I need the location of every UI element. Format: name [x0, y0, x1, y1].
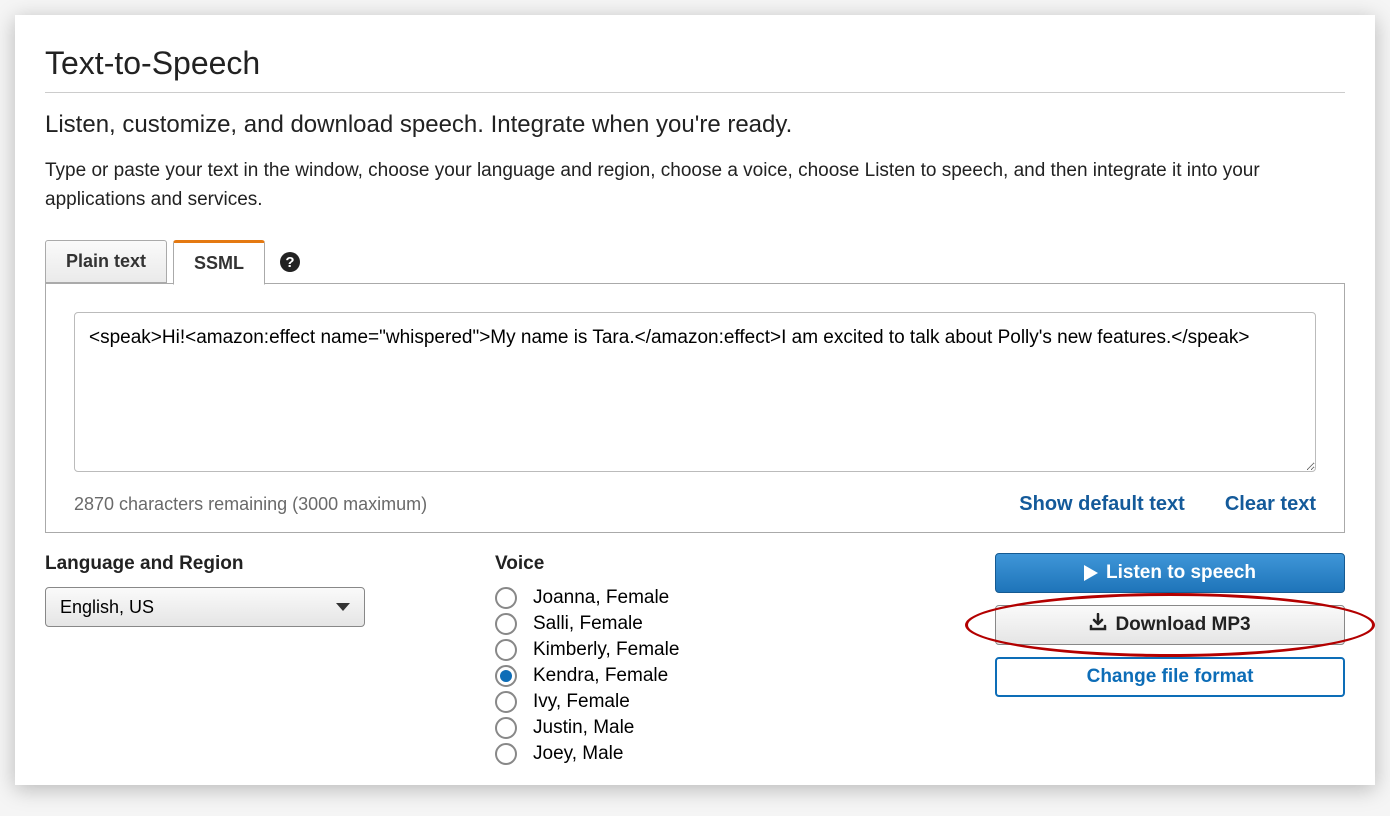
voice-option[interactable]: Ivy, Female — [495, 691, 925, 713]
actions-column: Listen to speech Download MP3 Change fil… — [925, 553, 1345, 765]
language-column: Language and Region English, US — [45, 553, 495, 765]
chars-remaining: 2870 characters remaining (3000 maximum) — [74, 494, 427, 515]
voice-option-label: Justin, Male — [533, 717, 634, 739]
voice-label: Voice — [495, 553, 925, 575]
tab-ssml[interactable]: SSML — [173, 240, 265, 285]
radio-icon — [495, 613, 517, 635]
radio-icon — [495, 639, 517, 661]
voice-option-label: Kendra, Female — [533, 665, 668, 687]
language-dropdown[interactable]: English, US — [45, 587, 365, 627]
download-mp3-button[interactable]: Download MP3 — [995, 605, 1345, 645]
chevron-down-icon — [336, 603, 350, 611]
voice-option-label: Salli, Female — [533, 613, 643, 635]
subtitle: Listen, customize, and download speech. … — [45, 111, 1345, 139]
download-highlight: Download MP3 — [995, 605, 1345, 645]
radio-icon — [495, 665, 517, 687]
voice-option-label: Joey, Male — [533, 743, 623, 765]
radio-icon — [495, 743, 517, 765]
voice-option[interactable]: Justin, Male — [495, 717, 925, 739]
tts-panel: Text-to-Speech Listen, customize, and do… — [15, 15, 1375, 785]
radio-icon — [495, 587, 517, 609]
play-icon — [1084, 565, 1098, 581]
radio-icon — [495, 691, 517, 713]
voice-list: Joanna, Female Salli, Female Kimberly, Fem… — [495, 587, 925, 765]
voice-option[interactable]: Kendra, Female — [495, 665, 925, 687]
ssml-input[interactable] — [74, 312, 1316, 472]
editor-footer: 2870 characters remaining (3000 maximum)… — [74, 493, 1316, 516]
tab-plain-text[interactable]: Plain text — [45, 240, 167, 283]
instructions: Type or paste your text in the window, c… — [45, 157, 1345, 214]
download-label: Download MP3 — [1115, 614, 1250, 636]
title-divider — [45, 92, 1345, 93]
tab-content: 2870 characters remaining (3000 maximum)… — [45, 283, 1345, 533]
clear-text-button[interactable]: Clear text — [1225, 493, 1316, 516]
editor-link-actions: Show default text Clear text — [1019, 493, 1316, 516]
voice-option[interactable]: Kimberly, Female — [495, 639, 925, 661]
voice-option[interactable]: Joey, Male — [495, 743, 925, 765]
language-label: Language and Region — [45, 553, 495, 575]
download-icon — [1089, 613, 1107, 637]
page-title: Text-to-Speech — [45, 45, 1345, 82]
voice-option-label: Kimberly, Female — [533, 639, 679, 661]
controls-row: Language and Region English, US Voice Jo… — [45, 553, 1345, 765]
help-icon[interactable]: ? — [279, 251, 301, 273]
voice-option-label: Ivy, Female — [533, 691, 630, 713]
language-selected: English, US — [60, 597, 154, 618]
voice-option-label: Joanna, Female — [533, 587, 669, 609]
listen-label: Listen to speech — [1106, 562, 1256, 584]
radio-icon — [495, 717, 517, 739]
tabs-row: Plain text SSML ? — [45, 239, 1345, 284]
voice-option[interactable]: Joanna, Female — [495, 587, 925, 609]
listen-button[interactable]: Listen to speech — [995, 553, 1345, 593]
show-default-text-button[interactable]: Show default text — [1019, 493, 1185, 516]
voice-option[interactable]: Salli, Female — [495, 613, 925, 635]
svg-text:?: ? — [285, 254, 294, 271]
change-format-button[interactable]: Change file format — [995, 657, 1345, 697]
voice-column: Voice Joanna, Female Salli, Female Kimberl… — [495, 553, 925, 765]
